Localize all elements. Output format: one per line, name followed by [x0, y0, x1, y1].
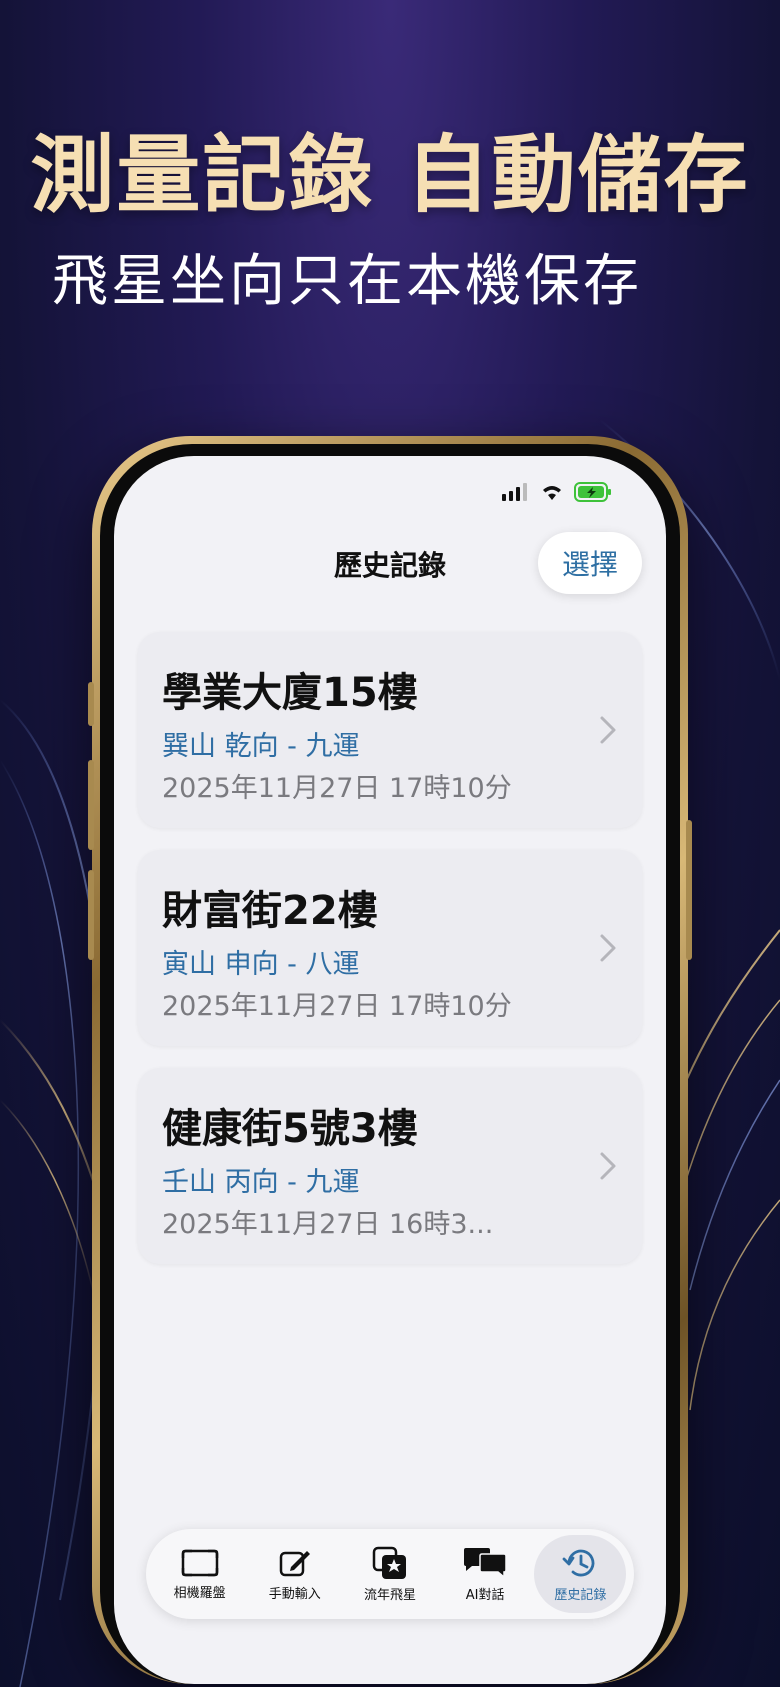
chevron-right-icon — [600, 716, 616, 744]
status-bar — [502, 482, 612, 502]
tab-ai-chat[interactable]: AI對話 — [439, 1535, 531, 1613]
select-button[interactable]: 選擇 — [538, 532, 642, 594]
edit-icon — [279, 1550, 310, 1576]
star-cards-icon — [372, 1546, 406, 1579]
record-date: 2025年11月27日 16時3... — [162, 1209, 494, 1240]
tab-label: AI對話 — [465, 1587, 505, 1603]
tab-camera-compass[interactable]: 相機羅盤 — [154, 1535, 246, 1613]
record-title: 健康街5號3樓 — [162, 1106, 418, 1152]
tab-label: 手動輸入 — [268, 1586, 321, 1602]
record-date: 2025年11月27日 17時10分 — [162, 991, 512, 1022]
record-title: 學業大廈15樓 — [162, 670, 418, 716]
wifi-icon — [543, 486, 561, 500]
record-orientation: 寅山 申向 - 八運 — [162, 949, 360, 980]
record-date: 2025年11月27日 17時10分 — [162, 773, 512, 804]
record-orientation: 巽山 乾向 - 九運 — [162, 731, 360, 762]
phone-screen: 歷史記錄 選擇 學業大廈15樓 巽山 乾向 - 九運 2025年11月27日 1… — [114, 456, 666, 1684]
tab-history[interactable]: 歷史記錄 — [534, 1535, 627, 1613]
phone-side-button — [686, 820, 692, 960]
promo-subline: 飛星坐向只在本機保存 — [52, 249, 642, 314]
tab-bar: 相機羅盤 手動輸入 流年飛星 AI對話 歷史記錄 — [146, 1529, 634, 1619]
chevron-right-icon — [600, 934, 616, 962]
phone-side-button — [88, 870, 94, 960]
history-record-card[interactable]: 健康街5號3樓 壬山 丙向 - 九運 2025年11月27日 16時3... — [138, 1068, 642, 1264]
chevron-right-icon — [600, 1152, 616, 1180]
chat-bubbles-icon — [464, 1547, 507, 1579]
record-orientation: 壬山 丙向 - 九運 — [162, 1167, 360, 1198]
tab-manual-input[interactable]: 手動輸入 — [249, 1535, 341, 1613]
tab-annual-flying-stars[interactable]: 流年飛星 — [344, 1535, 436, 1613]
phone-side-button — [88, 682, 94, 726]
tab-label: 相機羅盤 — [173, 1585, 226, 1601]
history-record-card[interactable]: 學業大廈15樓 巽山 乾向 - 九運 2025年11月27日 17時10分 — [138, 632, 642, 828]
battery-charging-icon — [574, 482, 611, 502]
phone-side-button — [88, 760, 94, 850]
tab-label: 流年飛星 — [363, 1587, 416, 1603]
history-record-card[interactable]: 財富街22樓 寅山 申向 - 八運 2025年11月27日 17時10分 — [138, 850, 642, 1046]
history-icon — [562, 1549, 595, 1576]
signal-icon — [502, 483, 527, 501]
camera-frame-icon — [181, 1549, 218, 1576]
promo-headline: 測量記錄 自動儲存 — [30, 126, 750, 224]
record-title: 財富街22樓 — [162, 888, 378, 934]
tab-label: 歷史記錄 — [554, 1587, 607, 1603]
